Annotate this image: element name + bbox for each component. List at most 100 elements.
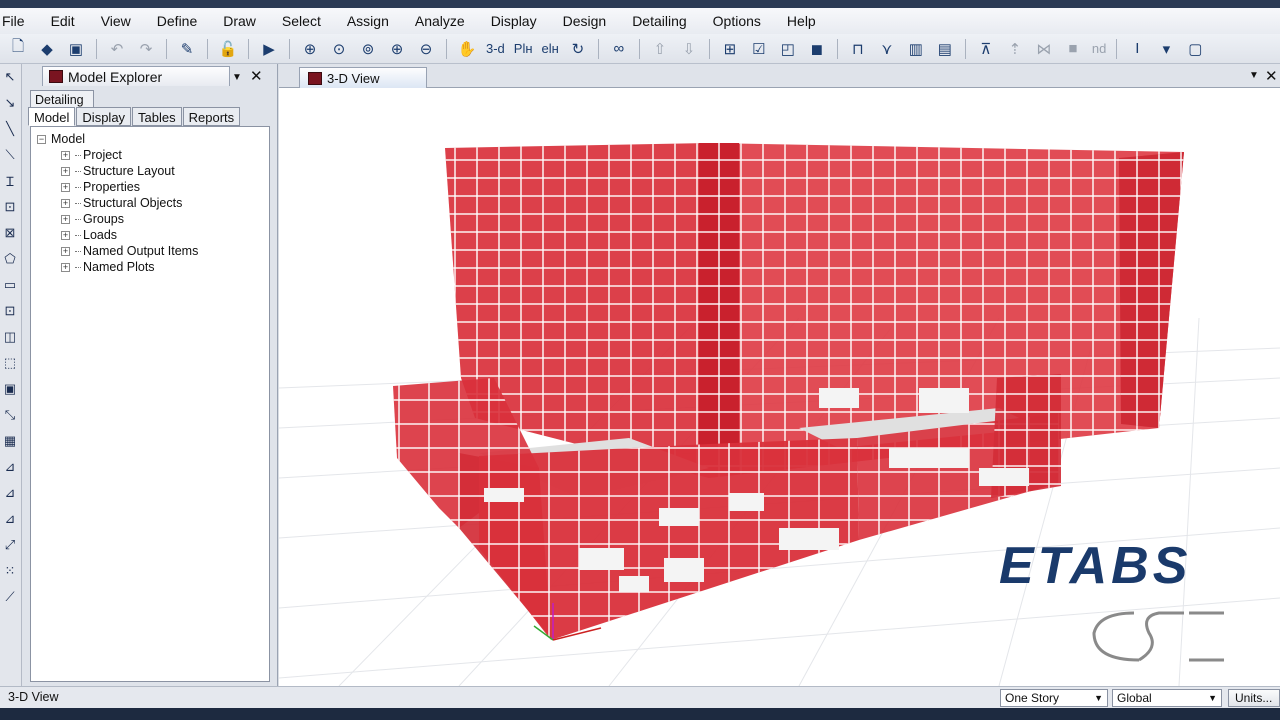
draw-line-icon[interactable]: ╲ xyxy=(0,116,20,142)
contour-icon[interactable]: ■ xyxy=(1061,37,1085,61)
units-button[interactable]: Units... xyxy=(1228,689,1280,707)
tab-reports[interactable]: Reports xyxy=(182,107,241,126)
expand-icon[interactable]: + xyxy=(61,198,70,208)
expand-icon[interactable]: + xyxy=(61,182,70,192)
brace-icon[interactable]: ⋎ xyxy=(875,37,899,61)
window-icon[interactable]: ▢ xyxy=(1183,37,1207,61)
menu-help[interactable]: Help xyxy=(774,13,829,29)
floor-icon[interactable]: ▤ xyxy=(933,37,957,61)
menu-draw[interactable]: Draw xyxy=(210,13,269,29)
menu-define[interactable]: Define xyxy=(144,13,210,29)
tree-item-named-output-items[interactable]: + Named Output Items xyxy=(37,243,263,259)
run-analysis-icon[interactable]: ▶ xyxy=(257,37,281,61)
draw-column-icon[interactable]: Ɪ xyxy=(0,168,20,194)
model-explorer-tab[interactable]: Model Explorer xyxy=(42,66,230,86)
tab-detailing[interactable]: Detailing xyxy=(30,90,94,108)
close-icon[interactable]: ✕ xyxy=(250,67,263,85)
glasses-icon[interactable]: ∞ xyxy=(607,37,631,61)
pointer-icon[interactable]: ↖ xyxy=(0,64,20,90)
menu-view[interactable]: View xyxy=(88,13,144,29)
draw-polygon-icon[interactable]: ⬠ xyxy=(0,246,20,272)
draw-link-icon[interactable]: ⤢ xyxy=(0,532,20,558)
menu-options[interactable]: Options xyxy=(700,13,774,29)
draw-rectangle-icon[interactable]: ▭ xyxy=(0,272,20,298)
draw-opening-icon[interactable]: ⬚ xyxy=(0,350,20,376)
menu-select[interactable]: Select xyxy=(269,13,334,29)
dropdown-arrow-icon[interactable]: ▾ xyxy=(1154,37,1178,61)
tree-item-structural-objects[interactable]: + Structural Objects xyxy=(37,195,263,211)
menu-display[interactable]: Display xyxy=(478,13,550,29)
pan-icon[interactable]: ✋ xyxy=(455,37,479,61)
rotate-icon[interactable]: ↻ xyxy=(566,37,590,61)
elevation-view-button[interactable]: elн xyxy=(540,37,561,61)
undo-icon[interactable]: ↶ xyxy=(105,37,129,61)
check-select-icon[interactable]: ☑ xyxy=(747,37,771,61)
coord-system-select[interactable]: Global ▼ xyxy=(1112,689,1222,707)
tree-item-project[interactable]: + Project xyxy=(37,147,263,163)
expand-icon[interactable]: + xyxy=(61,246,70,256)
model-canvas[interactable]: ETABS xyxy=(279,88,1280,686)
menu-file[interactable]: File xyxy=(0,13,38,29)
tab-tables[interactable]: Tables xyxy=(132,107,182,126)
tree-item-structure-layout[interactable]: + Structure Layout xyxy=(37,163,263,179)
view-dropdown-icon[interactable]: ▼ xyxy=(1249,70,1259,81)
wall-icon[interactable]: ▥ xyxy=(904,37,928,61)
draw-cross-icon[interactable]: ⊠ xyxy=(0,220,20,246)
snap-line-icon[interactable]: ⟋ xyxy=(0,584,20,610)
model-3d-view[interactable]: ETABS xyxy=(279,88,1280,686)
draw-wall-icon[interactable]: ⊿ xyxy=(0,454,20,480)
tree-root[interactable]: − Model xyxy=(37,131,263,147)
expand-icon[interactable]: + xyxy=(61,214,70,224)
zoom-all-icon[interactable]: ⊚ xyxy=(356,37,380,61)
nd-button[interactable]: nd xyxy=(1090,37,1108,61)
move-down-icon[interactable]: ⇩ xyxy=(677,37,701,61)
tree-item-groups[interactable]: + Groups xyxy=(37,211,263,227)
zoom-restore-icon[interactable]: ⊙ xyxy=(327,37,351,61)
draw-dimension-icon[interactable]: ⤡ xyxy=(0,402,20,428)
menu-assign[interactable]: Assign xyxy=(334,13,402,29)
mode-shape-icon[interactable]: ⋈ xyxy=(1032,37,1056,61)
expand-icon[interactable]: + xyxy=(61,150,70,160)
draw-area-icon[interactable]: ◫ xyxy=(0,324,20,350)
expand-icon[interactable]: + xyxy=(61,230,70,240)
frame-icon[interactable]: ⊓ xyxy=(846,37,870,61)
new-file-icon[interactable]: 🗋 xyxy=(6,37,30,61)
save-icon[interactable]: ▣ xyxy=(64,37,88,61)
tree-item-named-plots[interactable]: + Named Plots xyxy=(37,259,263,275)
menu-design[interactable]: Design xyxy=(550,13,620,29)
forces-icon[interactable]: ⇡ xyxy=(1003,37,1027,61)
zoom-out-icon[interactable]: ⊖ xyxy=(414,37,438,61)
draw-slab-icon[interactable]: ⊿ xyxy=(0,480,20,506)
menu-analyze[interactable]: Analyze xyxy=(402,13,478,29)
draw-section-icon[interactable]: ▣ xyxy=(0,376,20,402)
plan-view-button[interactable]: Plн xyxy=(512,37,535,61)
snap-icon[interactable]: ⁙ xyxy=(0,558,20,584)
draw-brace-icon[interactable]: ⟍ xyxy=(0,142,20,168)
object-shrink-icon[interactable]: ◼ xyxy=(805,37,829,61)
pencil-icon[interactable]: ✎ xyxy=(175,37,199,61)
move-up-icon[interactable]: ⇧ xyxy=(648,37,672,61)
select-all-icon[interactable]: ⊞ xyxy=(718,37,742,61)
zoom-in-icon[interactable]: ⊕ xyxy=(385,37,409,61)
tab-model[interactable]: Model xyxy=(28,107,76,126)
pin-dropdown-icon[interactable]: ▼ xyxy=(232,72,242,83)
draw-tendon-icon[interactable]: ⊿ xyxy=(0,506,20,532)
redo-icon[interactable]: ↷ xyxy=(134,37,158,61)
view-3d-button[interactable]: 3-d xyxy=(484,37,507,61)
tab-3d-view[interactable]: 3-D View xyxy=(299,67,427,88)
tree-item-properties[interactable]: + Properties xyxy=(37,179,263,195)
zoom-window-icon[interactable]: ⊕ xyxy=(298,37,322,61)
tree-item-loads[interactable]: + Loads xyxy=(37,227,263,243)
menu-edit[interactable]: Edit xyxy=(38,13,88,29)
lock-icon[interactable]: 🔓 xyxy=(216,37,240,61)
open-file-icon[interactable]: ◆ xyxy=(35,37,59,61)
expand-icon[interactable]: + xyxy=(61,262,70,272)
display-options-icon[interactable]: ◰ xyxy=(776,37,800,61)
text-tool-button[interactable]: I xyxy=(1125,37,1149,61)
collapse-icon[interactable]: − xyxy=(37,134,46,144)
story-select[interactable]: One Story ▼ xyxy=(1000,689,1108,707)
reshape-icon[interactable]: ↘ xyxy=(0,90,20,116)
draw-beam-icon[interactable]: ⊡ xyxy=(0,194,20,220)
view-close-icon[interactable]: ✕ xyxy=(1265,67,1278,85)
draw-grid-icon[interactable]: ▦ xyxy=(0,428,20,454)
